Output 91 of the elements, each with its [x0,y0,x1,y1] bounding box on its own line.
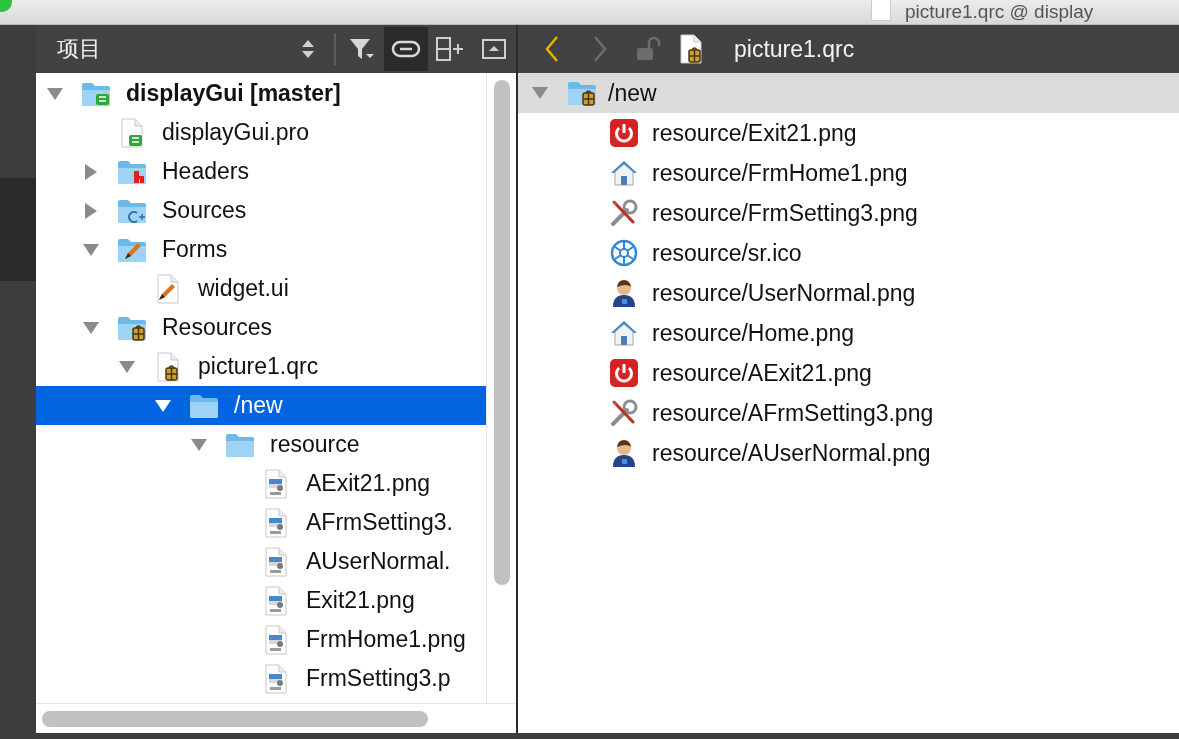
file-row[interactable]: resource/AFrmSetting3.png [518,393,1179,433]
tree-item-label: Sources [162,197,247,224]
image-file-icon [263,468,289,499]
tree-item-label: Exit21.png [306,587,415,614]
tree-row[interactable]: Resources [36,308,486,347]
file-path: resource/Home.png [652,319,854,347]
project-folder-icon [81,80,111,107]
tree-item-label: Forms [162,236,228,263]
tree-item-label: picture1.qrc [198,353,319,380]
tree-row[interactable]: Exit21.png [36,581,486,620]
tree-row[interactable]: AFrmSetting3. [36,503,486,542]
image-file-icon [263,546,289,577]
image-file-icon [263,663,289,694]
file-row[interactable]: resource/AUserNormal.png [518,433,1179,473]
file-row[interactable]: resource/AExit21.png [518,353,1179,393]
home-icon [609,318,639,348]
form-folder-icon [117,236,147,263]
resource-file-icon [678,34,704,64]
file-row[interactable]: resource/Home.png [518,313,1179,353]
tree-item-label: AExit21.png [306,470,431,497]
file-path: resource/AExit21.png [652,359,872,387]
tree-row[interactable]: AExit21.png [36,464,486,503]
tree-row[interactable]: displayGui [master] [36,74,486,113]
back-icon [544,35,560,63]
tools-icon [609,398,639,428]
resource-folder-icon [567,80,597,106]
tree-row[interactable]: widget.ui [36,269,486,308]
tree-row[interactable]: resource [36,425,486,464]
power-icon [609,118,639,148]
project-file-icon [119,117,145,148]
file-path: resource/FrmSetting3.png [652,199,918,227]
tree-item-label: Headers [162,158,249,185]
link-icon [391,39,421,59]
file-title: picture1.qrc [734,35,855,63]
vertical-scrollbar[interactable] [493,80,510,585]
panel-title: 项目 [57,35,102,63]
tree-item-label: resource [270,431,360,458]
tree-item-label: widget.ui [198,275,289,302]
file-path: resource/Exit21.png [652,119,857,147]
tree-item-label: displayGui.pro [162,119,310,146]
tree-row[interactable]: displayGui.pro [36,113,486,152]
prefix-row[interactable]: /new [518,73,1179,113]
filter-icon [348,36,376,62]
folder-icon [225,431,255,458]
toolbar-button[interactable] [384,27,428,71]
tree-row[interactable]: /new [36,386,486,425]
tree-item-label: FrmSetting3.p [306,665,451,692]
source-folder-icon [117,197,147,224]
tree-row[interactable]: FrmHome1.png [36,620,486,659]
tree-item-label: /new [234,392,283,419]
horizontal-scrollbar[interactable] [42,710,428,727]
prefix-label: /new [608,79,657,107]
image-file-icon [263,507,289,538]
tree-item-label: FrmHome1.png [306,626,466,653]
file-row[interactable]: resource/FrmHome1.png [518,153,1179,193]
tree-row[interactable]: picture1.qrc [36,347,486,386]
file-path: resource/AUserNormal.png [652,439,931,467]
home-icon [609,158,639,188]
resource-file-icon [155,351,181,382]
tree-item-label: AFrmSetting3. [306,509,453,536]
file-path: resource/FrmHome1.png [652,159,908,187]
window-title: picture1.qrc @ display [905,1,1094,23]
tree-item-label: Resources [162,314,272,341]
emblem-icon [609,238,639,268]
tree-item-label: AUserNormal. [306,548,451,575]
tree-item-label: displayGui [master] [126,80,341,107]
folder-icon [189,392,219,419]
tree-row[interactable]: Headers [36,152,486,191]
tree-row[interactable]: Sources [36,191,486,230]
power-icon [609,358,639,388]
file-row[interactable]: resource/FrmSetting3.png [518,193,1179,233]
tree-row[interactable]: Forms [36,230,486,269]
unlocked-padlock-icon [635,36,661,62]
file-row[interactable]: resource/Exit21.png [518,113,1179,153]
file-row[interactable]: resource/sr.ico [518,233,1179,273]
tools-icon [609,198,639,228]
split-add-icon [435,36,465,62]
tree-row[interactable]: FrmSetting3.p [36,659,486,698]
file-path: resource/sr.ico [652,239,802,267]
forward-icon [592,35,608,63]
document-icon [871,0,891,21]
ui-file-icon [155,273,181,304]
image-file-icon [263,585,289,616]
file-path: resource/AFrmSetting3.png [652,399,934,427]
file-row[interactable]: resource/UserNormal.png [518,273,1179,313]
hide-panel-icon [482,39,506,59]
tree-row[interactable]: AUserNormal. [36,542,486,581]
file-path: resource/UserNormal.png [652,279,916,307]
header-folder-icon [117,158,147,185]
image-file-icon [263,624,289,655]
resource-folder-icon [117,314,147,341]
